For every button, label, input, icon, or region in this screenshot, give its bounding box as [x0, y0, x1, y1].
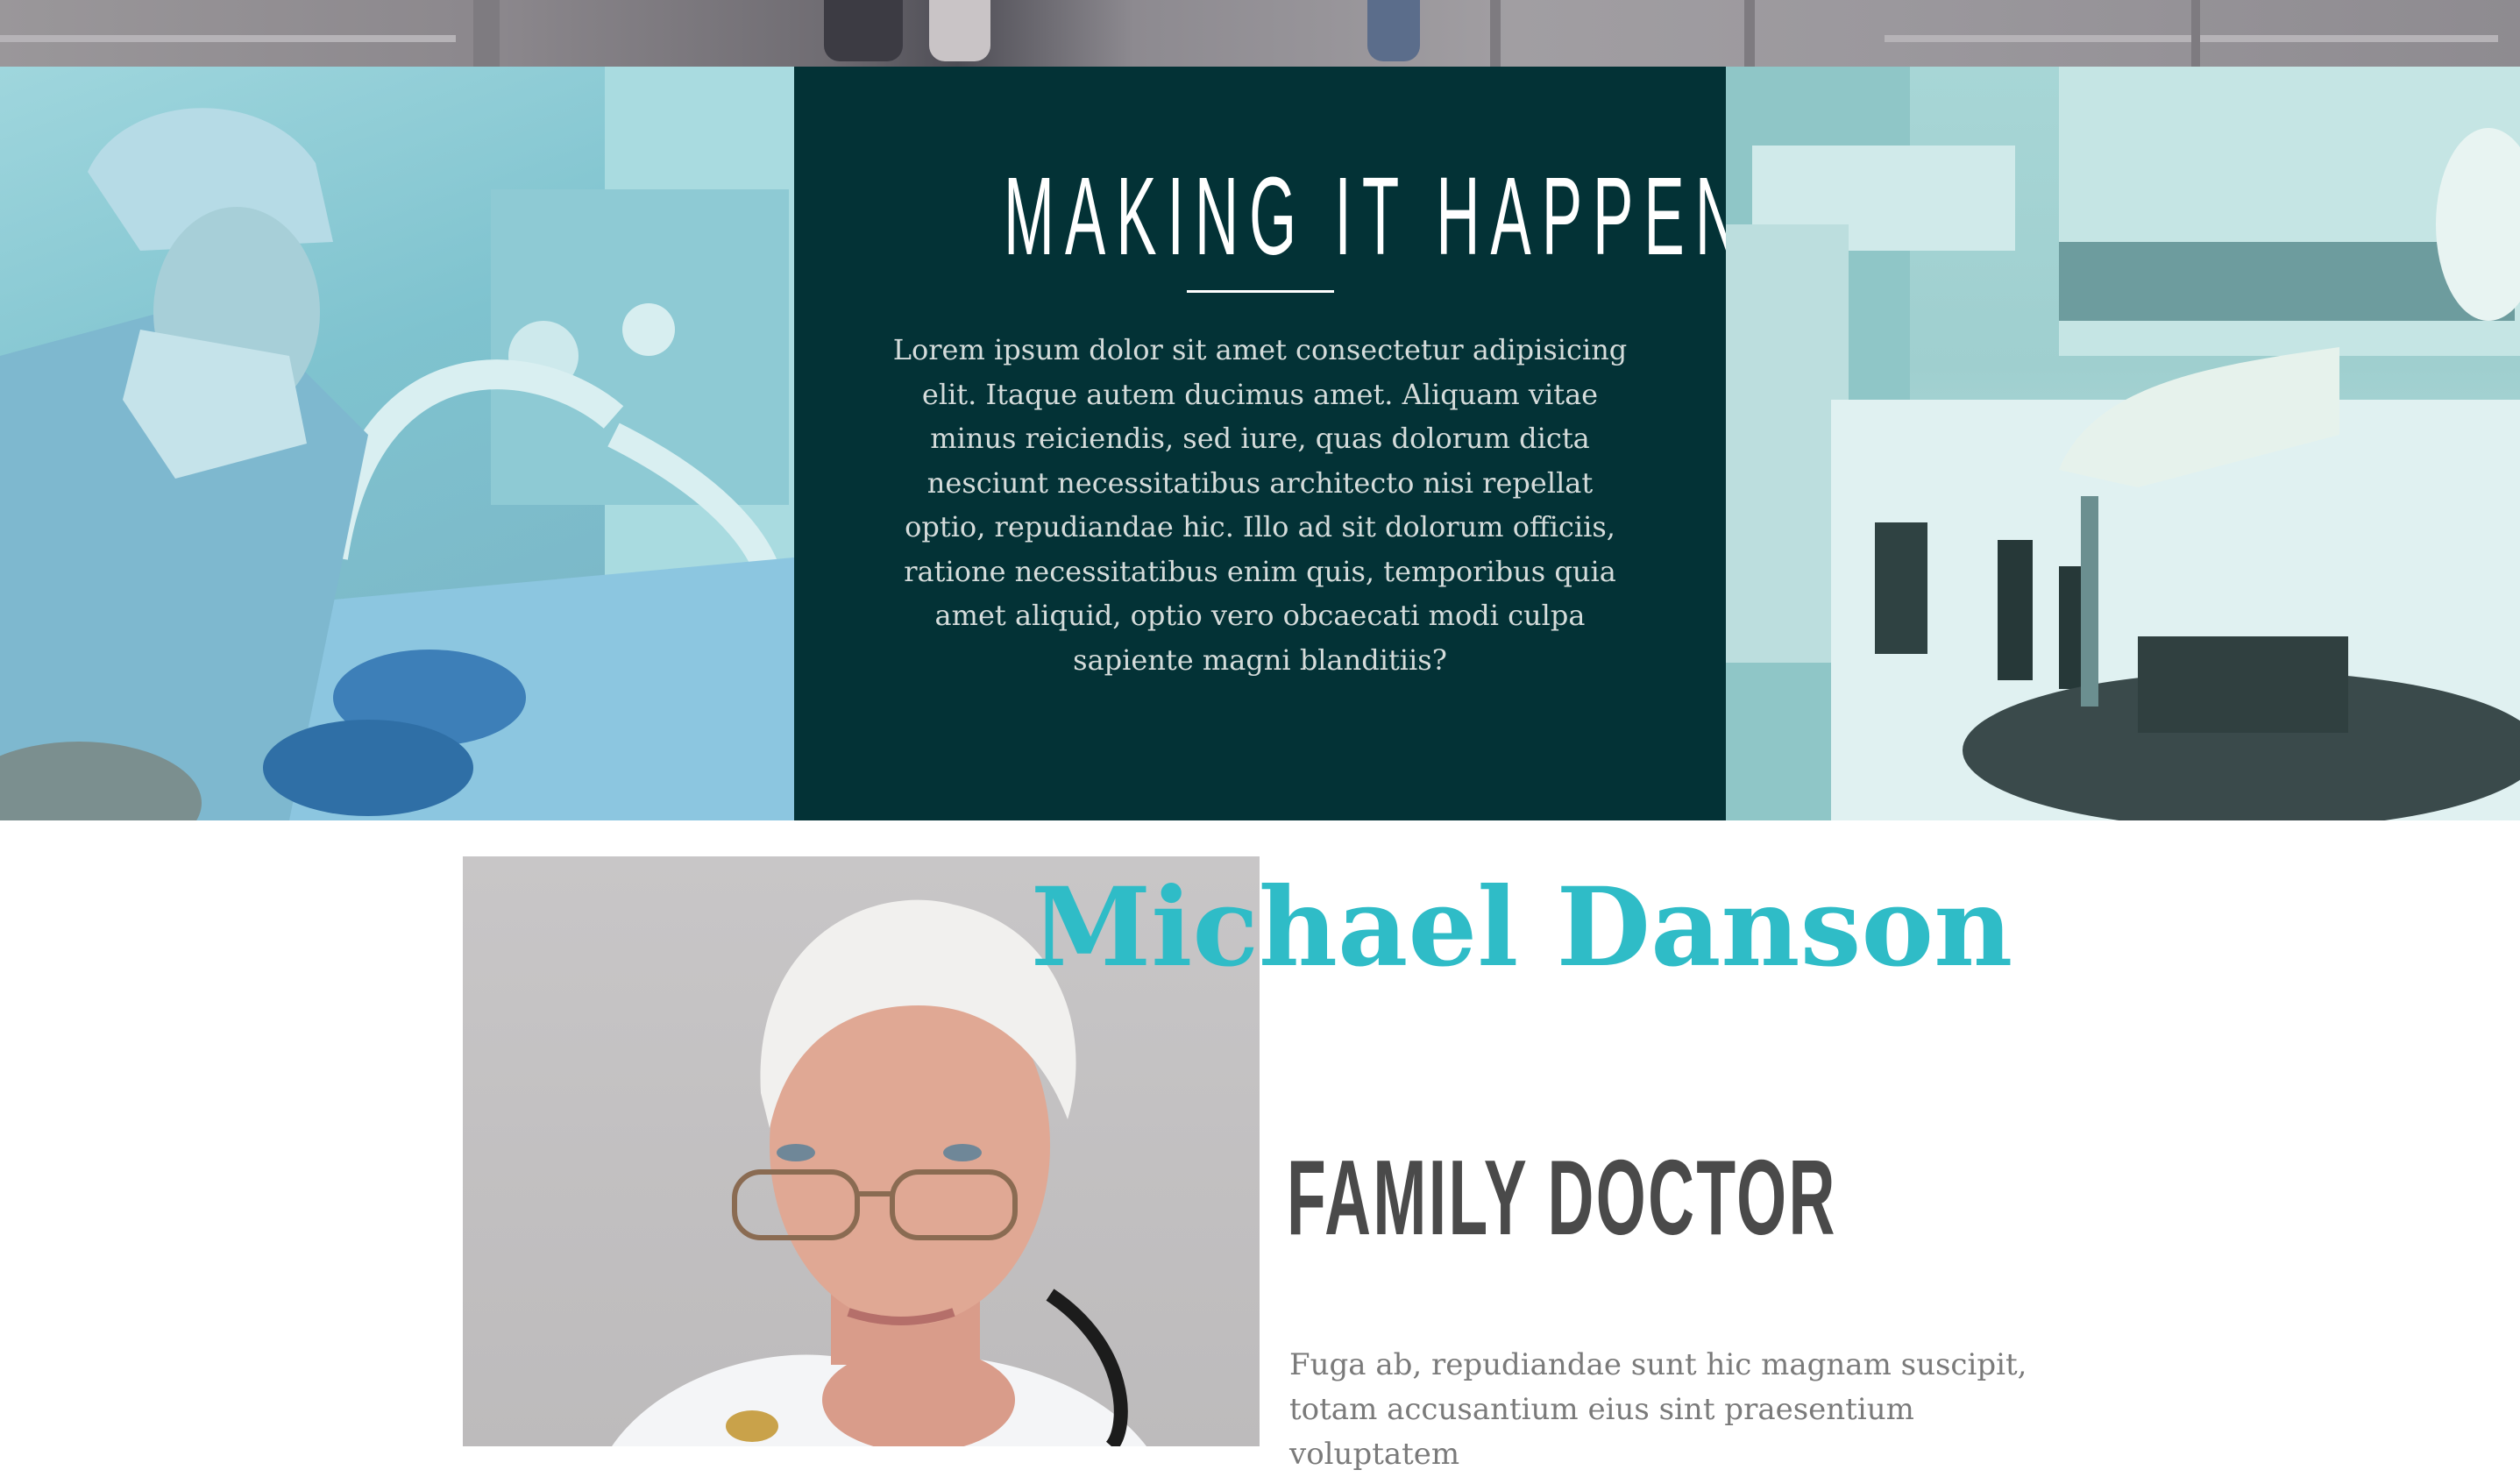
hero-image-strip [0, 0, 2520, 67]
feature-panel: MAKING IT HAPPEN Lorem ipsum dolor sit a… [794, 67, 1750, 820]
title-divider [1187, 290, 1334, 293]
doctor-bio: Fuga ab, repudiandae sunt hic magnam sus… [1289, 1347, 2027, 1472]
doctor-name: Michael Danson [1031, 864, 2013, 991]
feature-text: Lorem ipsum dolor sit amet consectetur a… [892, 333, 1628, 677]
doctor-role: FAMILY DOCTOR [1287, 1138, 1837, 1257]
surgeon-photo [0, 67, 794, 820]
laboratory-photo [1726, 67, 2520, 820]
feature-title: MAKING IT HAPPEN [1004, 154, 1750, 278]
feature-band: MAKING IT HAPPEN Lorem ipsum dolor sit a… [0, 67, 2520, 820]
